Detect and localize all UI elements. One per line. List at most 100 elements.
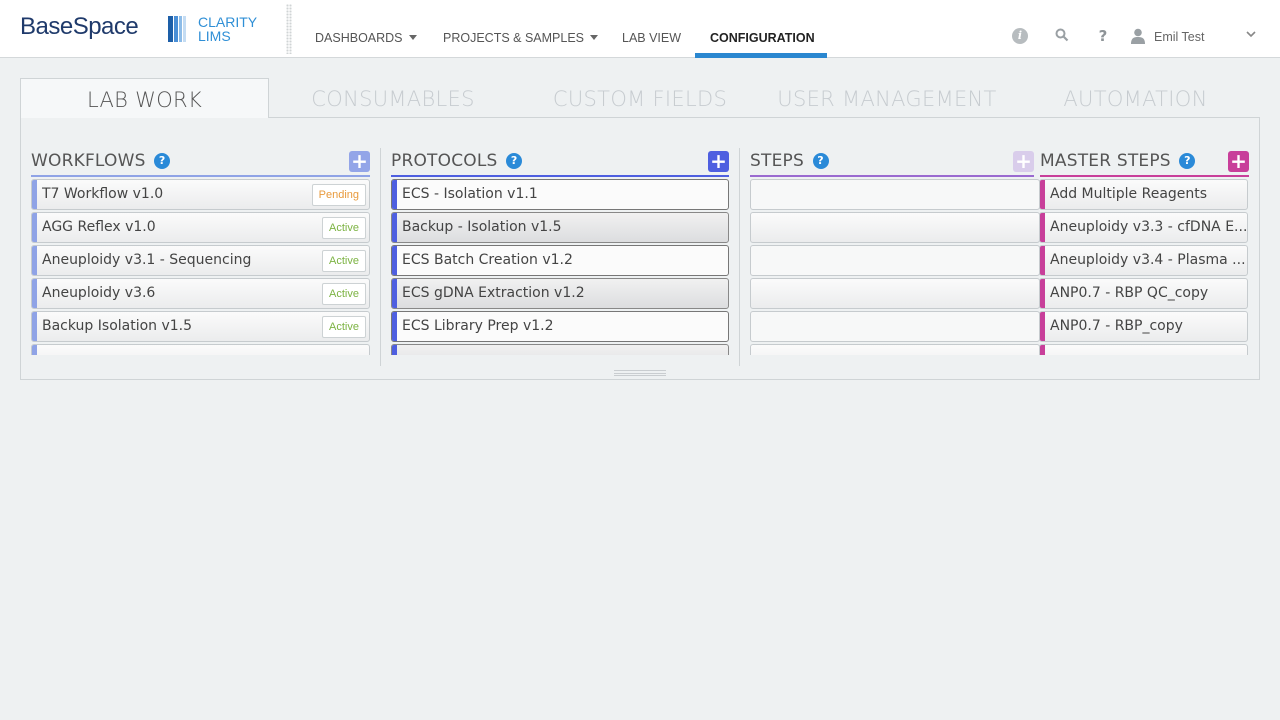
step-row-empty [750,179,1040,210]
row-color-bar [392,312,397,341]
tab-user-management[interactable]: USER MANAGEMENT [763,78,1011,118]
protocol-row[interactable]: ECS Library Prep v1.2 [391,311,729,342]
step-row-empty [750,212,1040,243]
master-steps-header: MASTER STEPS ? [1040,150,1196,172]
protocol-row[interactable]: Backup - Isolation v1.5 [391,212,729,243]
workflow-row[interactable]: Aneuploidy v3.6 Active [31,278,370,309]
steps-header: STEPS ? [750,150,829,172]
master-step-row[interactable]: Add Multiple Reagents [1039,179,1248,210]
row-color-bar [32,279,37,308]
nav-dashboards-label: DASHBOARDS [315,31,403,45]
nav-projects-samples[interactable]: PROJECTS & SAMPLES [443,0,599,58]
master-step-row[interactable]: ANP0.7 - RBP QC_copy [1039,278,1248,309]
master-step-name: Add Multiple Reagents [1050,186,1208,202]
help-icon[interactable]: ? [1095,28,1111,44]
row-color-bar [392,180,397,209]
add-workflow-button[interactable]: + [349,151,370,172]
header-separator [286,4,292,54]
master-step-row-partial[interactable] [1039,344,1248,355]
workflows-title: WORKFLOWS [31,151,146,171]
protocol-row[interactable]: ECS - Isolation v1.1 [391,179,729,210]
row-color-bar [392,213,397,242]
status-badge: Pending [311,184,366,206]
workflows-help-icon[interactable]: ? [154,153,171,169]
workflow-name: T7 Workflow v1.0 [42,186,164,202]
tab-consumables[interactable]: CONSUMABLES [269,78,517,118]
nav-dashboards[interactable]: DASHBOARDS [315,0,417,58]
clarity-lims-logo: CLARITY LIMS [198,15,257,43]
row-color-bar [1040,213,1045,242]
column-divider [739,148,740,366]
steps-underline [750,175,1034,177]
tab-lab-work[interactable]: LAB WORK [20,78,269,118]
status-badge: Active [322,316,366,338]
protocols-title: PROTOCOLS [391,151,498,171]
tab-automation[interactable]: AUTOMATION [1011,78,1260,118]
step-row-empty [750,278,1040,309]
row-color-bar [32,246,37,275]
add-step-button[interactable]: + [1013,151,1034,172]
status-badge: Active [322,250,366,272]
row-color-bar [32,345,37,355]
user-icon[interactable] [1130,28,1146,44]
add-protocol-button[interactable]: + [708,151,729,172]
master-step-row[interactable]: ANP0.7 - RBP_copy [1039,311,1248,342]
workflow-row[interactable]: T7 Workflow v1.0 Pending [31,179,370,210]
protocol-name: ECS - Isolation v1.1 [402,186,538,202]
info-icon[interactable]: i [1012,28,1028,44]
master-steps-help-icon[interactable]: ? [1179,153,1196,169]
status-badge: Active [322,217,366,239]
protocol-name: ECS gDNA Extraction v1.2 [402,285,585,301]
row-color-bar [392,246,397,275]
clarity-logo-line1: CLARITY [198,14,258,30]
dropdown-caret-icon [590,35,599,40]
protocol-row[interactable]: ECS gDNA Extraction v1.2 [391,278,729,309]
master-steps-title: MASTER STEPS [1040,151,1171,171]
workflow-row[interactable]: Backup Isolation v1.5 Active [31,311,370,342]
protocol-name: ECS Library Prep v1.2 [402,318,554,334]
row-color-bar [1040,345,1045,355]
protocol-row-partial[interactable] [391,344,729,355]
workflows-list: T7 Workflow v1.0 Pending AGG Reflex v1.0… [31,179,370,355]
master-step-row[interactable]: Aneuploidy v3.3 - cfDNA E... [1039,212,1248,243]
workflow-row[interactable]: Aneuploidy v3.1 - Sequencing Active [31,245,370,276]
step-row-empty [750,344,1040,355]
workflows-underline [31,175,370,177]
resize-handle[interactable] [614,370,666,376]
clarity-logo-line2: LIMS [198,28,231,44]
nav-configuration[interactable]: CONFIGURATION [710,0,815,58]
protocol-row[interactable]: ECS Batch Creation v1.2 [391,245,729,276]
basespace-logo[interactable]: BaseSpace [20,13,139,41]
nav-lab-view[interactable]: LAB VIEW [622,0,681,58]
workflow-row-partial[interactable] [31,344,370,355]
row-color-bar [32,180,37,209]
workflow-name: Aneuploidy v3.6 [42,285,156,301]
search-icon[interactable] [1054,28,1070,44]
protocol-name: ECS Batch Creation v1.2 [402,252,573,268]
master-step-row[interactable]: Aneuploidy v3.4 - Plasma ... [1039,245,1248,276]
user-name[interactable]: Emil Test [1154,30,1204,44]
master-step-name: ANP0.7 - RBP QC_copy [1050,285,1209,301]
row-color-bar [1040,246,1045,275]
protocols-help-icon[interactable]: ? [506,153,523,169]
workflow-row[interactable]: AGG Reflex v1.0 Active [31,212,370,243]
top-header: BaseSpace CLARITY LIMS DASHBOARDS PROJEC… [0,0,1280,58]
master-step-name: Aneuploidy v3.4 - Plasma ... [1050,252,1246,268]
chevron-down-icon[interactable] [1243,28,1259,44]
row-color-bar [392,279,397,308]
workflow-name: Aneuploidy v3.1 - Sequencing [42,252,252,268]
tab-custom-fields[interactable]: CUSTOM FIELDS [517,78,763,118]
nav-active-indicator [695,53,827,58]
master-steps-underline [1040,175,1249,177]
steps-help-icon[interactable]: ? [812,153,829,169]
master-steps-list: Add Multiple Reagents Aneuploidy v3.3 - … [1039,179,1248,355]
status-badge: Active [322,283,366,305]
protocol-name: Backup - Isolation v1.5 [402,219,562,235]
row-color-bar [32,213,37,242]
column-divider [380,148,381,366]
master-step-name: Aneuploidy v3.3 - cfDNA E... [1050,219,1248,235]
master-step-name: ANP0.7 - RBP_copy [1050,318,1183,334]
protocols-underline [391,175,729,177]
add-master-step-button[interactable]: + [1228,151,1249,172]
config-tabs: LAB WORK CONSUMABLES CUSTOM FIELDS USER … [20,78,1260,118]
